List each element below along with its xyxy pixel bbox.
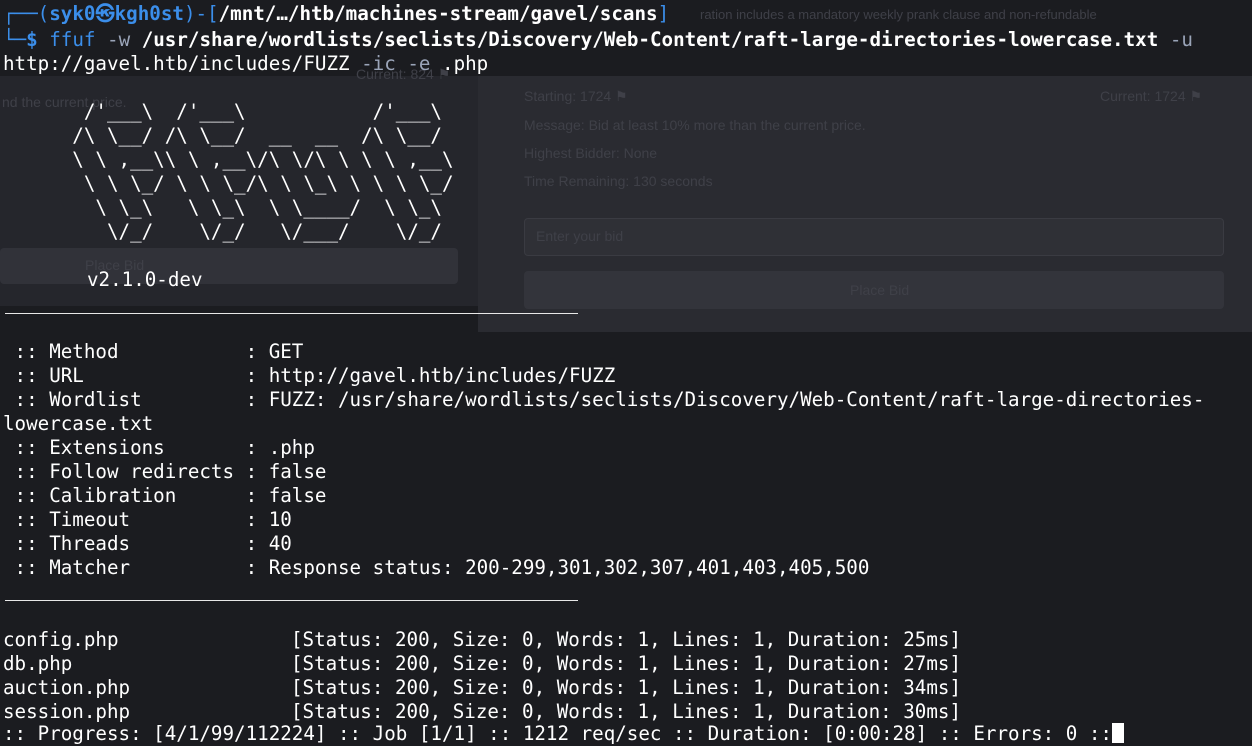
command-extension: .php <box>442 52 489 75</box>
divider <box>5 313 578 314</box>
prompt-corner: ┌──( <box>3 2 50 25</box>
command-flag-ic: -ic <box>361 52 396 75</box>
config-line: :: Extensions : .php <box>3 436 315 459</box>
prompt-dollar: $ <box>26 28 38 51</box>
result-name: config.php <box>3 628 119 651</box>
command-flag-u: -u <box>1169 28 1193 51</box>
prompt-corner-2: └─ <box>3 28 27 51</box>
command-line[interactable]: └─$ ffuf -w /usr/share/wordlists/seclist… <box>3 28 1193 52</box>
command-name: ffuf <box>49 28 96 51</box>
version-text: v2.1.0-dev <box>87 268 203 291</box>
terminal-cursor <box>1111 723 1124 743</box>
command-url: http://gavel.htb/includes/FUZZ <box>3 52 350 75</box>
prompt-at-symbol: ㉿ <box>95 2 115 25</box>
config-line: :: Calibration : false <box>3 484 327 507</box>
banner-line: \/_/ \/_/ \/___/ \/_/ <box>3 220 442 243</box>
divider <box>5 600 578 601</box>
result-name: session.php <box>3 700 131 723</box>
prompt-line: ┌──(syk0㉿kgh0st)-[/mnt/…/htb/machines-st… <box>3 2 669 26</box>
progress-text: :: Progress: [4/1/99/112224] :: Job [1/1… <box>3 722 1112 745</box>
config-line: :: Matcher : Response status: 200-299,30… <box>3 556 870 579</box>
config-line: :: Follow redirects : false <box>3 460 327 483</box>
config-line: :: Threads : 40 <box>3 532 292 555</box>
banner-line: \ \ \_/ \ \ \_/\ \ \_\ \ \ \ \_/ <box>3 172 454 195</box>
prompt-path: /mnt/…/htb/machines-stream/gavel/scans <box>218 2 658 25</box>
command-wordlist: /usr/share/wordlists/seclists/Discovery/… <box>141 28 1159 51</box>
config-line: :: Timeout : 10 <box>3 508 292 531</box>
config-line: :: Method : GET <box>3 340 304 363</box>
progress-line: :: Progress: [4/1/99/112224] :: Job [1/1… <box>3 722 1124 746</box>
result-info: [Status: 200, Size: 0, Words: 1, Lines: … <box>291 628 962 651</box>
banner-line: \ \ ,__\\ \ ,__\/\ \/\ \ \ \ ,__\ <box>3 148 454 171</box>
result-info: [Status: 200, Size: 0, Words: 1, Lines: … <box>291 676 962 699</box>
result-info: [Status: 200, Size: 0, Words: 1, Lines: … <box>291 700 962 723</box>
command-line-wrap: http://gavel.htb/includes/FUZZ -ic -e .p… <box>3 52 488 76</box>
prompt-close-bracket: ] <box>657 2 670 25</box>
banner-line: /'___\ /'___\ /'___\ <box>3 100 442 123</box>
banner-line: /\ \__/ /\ \__/ __ __ /\ \__/ <box>3 124 442 147</box>
config-line: :: Wordlist : FUZZ: /usr/share/wordlists… <box>3 388 1205 411</box>
result-info: [Status: 200, Size: 0, Words: 1, Lines: … <box>291 652 962 675</box>
result-name: db.php <box>3 652 73 675</box>
prompt-separator: )-[ <box>183 2 219 25</box>
command-flag-w: -w <box>107 28 131 51</box>
config-line: :: URL : http://gavel.htb/includes/FUZZ <box>3 364 616 387</box>
prompt-host: kgh0st <box>114 2 184 25</box>
terminal[interactable]: ┌──(syk0㉿kgh0st)-[/mnt/…/htb/machines-st… <box>0 0 1252 745</box>
command-flag-e: -e <box>407 52 431 75</box>
config-line: lowercase.txt <box>3 412 154 435</box>
banner-line: \ \_\ \ \_\ \ \____/ \ \_\ <box>3 196 442 219</box>
result-name: auction.php <box>3 676 131 699</box>
prompt-user: syk0 <box>49 2 96 25</box>
